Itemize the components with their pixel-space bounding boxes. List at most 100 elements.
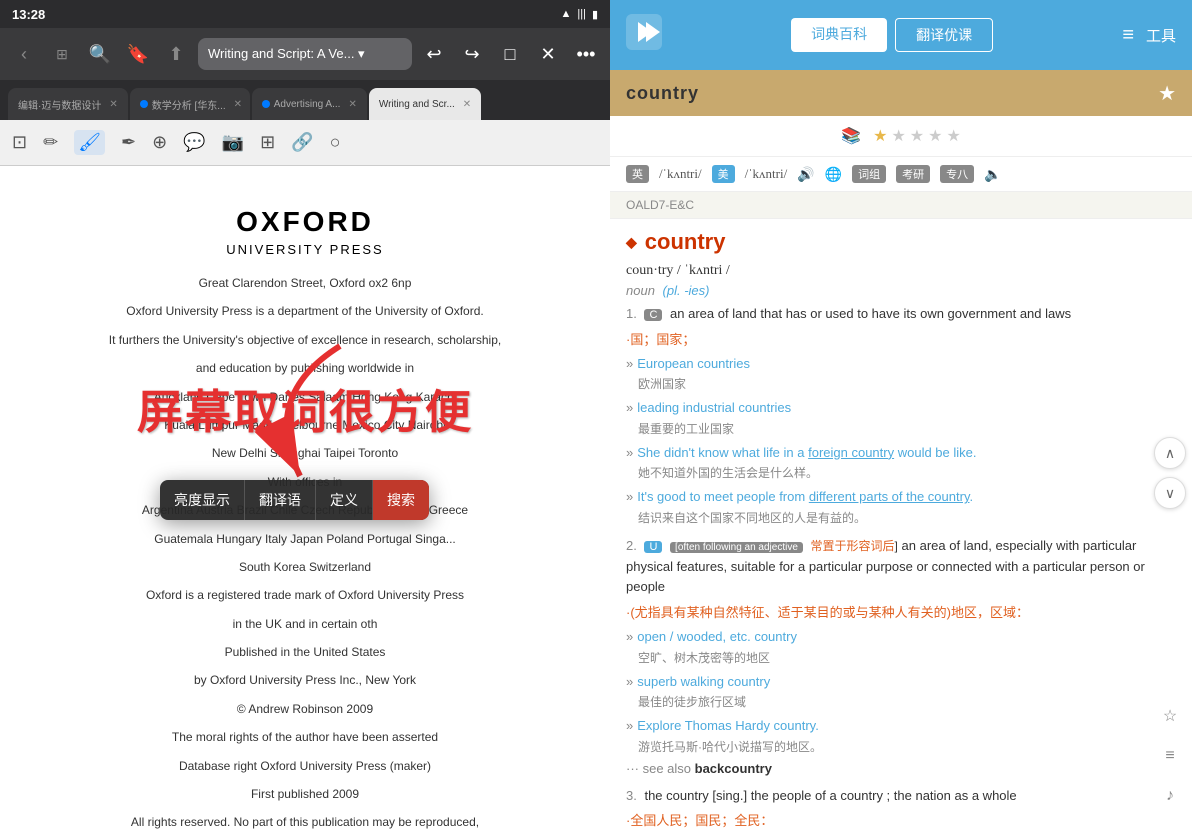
def-1-num: 1.: [626, 306, 637, 321]
speech-tool[interactable]: 💬: [183, 132, 205, 153]
pdf-title: OXFORD: [60, 206, 550, 238]
scroll-up-button[interactable]: ∧: [1154, 437, 1186, 469]
def-2-tag-adj: [often following an adjective: [670, 542, 803, 553]
history-forward-button[interactable]: ↪: [456, 38, 488, 70]
search-button[interactable]: 🔍: [84, 38, 116, 70]
pdf-line1: Great Clarendon Street, Oxford ox2 6np: [60, 273, 550, 293]
dict-body: 📚 ★ ★ ★ ★ ★ 英 /ˈkʌntri/ 美 /ˈkʌntri/ 🔊 🌐 …: [610, 116, 1192, 830]
eraser-tool[interactable]: ✒: [121, 132, 136, 153]
back-button[interactable]: ‹: [8, 38, 40, 70]
audio-icon[interactable]: ♪: [1156, 782, 1184, 810]
pdf-line8: New Delhi Shanghai Taipei Toronto: [60, 443, 550, 463]
tab-3-label: Advertising A...: [274, 99, 341, 110]
search-word-display: country: [626, 83, 699, 104]
star-5[interactable]: ★: [946, 126, 960, 146]
star-4[interactable]: ★: [928, 126, 942, 146]
pdf-line18: The moral rights of the author have been…: [60, 727, 550, 747]
example-1-1-cn: 欧洲国家: [638, 375, 1176, 392]
pdf-line3: It furthers the University's objective o…: [60, 330, 550, 350]
highlight-tool[interactable]: 🖌: [74, 130, 105, 155]
global-icon[interactable]: 🌐: [825, 166, 842, 183]
pdf-line12: South Korea Switzerland: [60, 557, 550, 577]
example-2-3: Explore Thomas Hardy country.: [626, 716, 1176, 736]
tag-american: 美: [712, 165, 735, 183]
see-also: ··· see also backcountry: [626, 761, 1176, 776]
def-3-text: 3. the country [sing.] the people of a c…: [626, 786, 1176, 807]
bookmark-button[interactable]: 🔖: [122, 38, 154, 70]
tab-2-close[interactable]: ✕: [234, 99, 242, 110]
tag-exam: 考研: [896, 165, 930, 183]
tools-label[interactable]: 工具: [1146, 25, 1176, 46]
context-menu-define[interactable]: 定义: [316, 480, 373, 520]
ipa-american: /ˈkʌntri/: [745, 166, 788, 182]
example-1-2: leading industrial countries: [626, 398, 1176, 418]
search-star[interactable]: ★: [1158, 81, 1176, 106]
status-time: 13:28: [12, 7, 45, 22]
link-tool[interactable]: 🔗: [291, 132, 313, 153]
example-1-3-cn: 她不知道外国的生活会是什么样。: [638, 464, 1176, 481]
sidebar-tool[interactable]: ⊡: [12, 132, 27, 153]
address-bar[interactable]: Writing and Script: A Ve... ▾: [198, 38, 412, 70]
pdf-line7: Kuala Lumpur Madrid Melbourne Mexico Cit…: [60, 415, 550, 435]
pdf-line11: Guatemala Hungary Italy Japan Poland Por…: [60, 529, 550, 549]
star-2[interactable]: ★: [891, 126, 905, 146]
context-menu-translate[interactable]: 翻译语: [245, 480, 316, 520]
book-icon: 📚: [841, 126, 861, 146]
star-3[interactable]: ★: [910, 126, 924, 146]
pdf-line14: in the UK and in certain oth: [60, 614, 550, 634]
headword: country: [645, 229, 726, 255]
scroll-controls: ∧ ∨: [1148, 429, 1192, 517]
status-bar: 13:28 ▲ ||| ▮: [0, 0, 610, 28]
pdf-toolbar: ⊡ ✏ 🖌 ✒ ⊕ 💬 📷 ⊞ 🔗 ○: [0, 120, 610, 166]
context-menu-bar: 亮度显示 翻译语 定义 搜索: [160, 480, 429, 520]
history-back-button[interactable]: ↩: [418, 38, 450, 70]
pdf-line6: Auckland Cape Town Dar es Salaam Hong Ko…: [60, 387, 550, 407]
tab-dictionary[interactable]: 词典百科: [791, 18, 887, 52]
more-button[interactable]: •••: [570, 38, 602, 70]
camera-tool[interactable]: 📷: [222, 132, 244, 153]
word-pos: noun (pl. -ies): [626, 283, 1176, 298]
menu-icon[interactable]: ≡: [1122, 24, 1134, 47]
bottom-icons: ☆ ≡ ♪: [1156, 702, 1184, 810]
tab-3[interactable]: Advertising A... ✕: [252, 88, 367, 120]
def-2-dictref: 常置于形容词后: [811, 539, 895, 553]
plural-label: (pl. -ies): [663, 283, 710, 298]
favorite-icon[interactable]: ☆: [1156, 702, 1184, 730]
share-button[interactable]: ⬆: [160, 38, 192, 70]
save-page-button[interactable]: □: [494, 38, 526, 70]
list-icon[interactable]: ≡: [1156, 742, 1184, 770]
def-2-text: 2. U [often following an adjective 常置于形容…: [626, 536, 1176, 598]
star-1[interactable]: ★: [873, 126, 887, 146]
pdf-subtitle: UNIVERSITY PRESS: [60, 242, 550, 257]
tab-2-label: 数学分析 [华东...: [152, 97, 226, 112]
tab-2[interactable]: 数学分析 [华东... ✕: [130, 88, 250, 120]
context-menu-search[interactable]: 搜索: [373, 480, 429, 520]
context-menu-highlight[interactable]: 亮度显示: [160, 480, 245, 520]
pen-tool[interactable]: ✏: [43, 132, 58, 153]
pdf-reader-panel: 13:28 ▲ ||| ▮ ‹ ⊞ 🔍 🔖 ⬆ Writing and Scri…: [0, 0, 610, 830]
shapes-tool[interactable]: ⊕: [152, 132, 167, 153]
tab-1[interactable]: 编辑·迈与数据设计 ✕: [8, 88, 128, 120]
pdf-line13: Oxford is a registered trade mark of Oxf…: [60, 585, 550, 605]
tab-translation[interactable]: 翻译优课: [895, 18, 993, 52]
tag-british: 英: [626, 165, 649, 183]
pdf-line15: Published in the United States: [60, 642, 550, 662]
listen-icon[interactable]: 🔊: [797, 166, 814, 183]
grid-tool[interactable]: ⊞: [260, 132, 275, 153]
tab-4-close[interactable]: ✕: [463, 99, 471, 110]
pos-label: noun: [626, 283, 655, 298]
alt-pronounce-icon[interactable]: 🔈: [984, 166, 1001, 183]
tab-1-close[interactable]: ✕: [109, 99, 117, 110]
signal-icon: |||: [577, 8, 586, 20]
circle-tool[interactable]: ○: [330, 132, 341, 153]
pdf-body: Great Clarendon Street, Oxford ox2 6np O…: [60, 273, 550, 830]
address-text: Writing and Script: A Ve... ▾: [208, 46, 365, 62]
pdf-line2: Oxford University Press is a department …: [60, 301, 550, 321]
grid-view-button[interactable]: ⊞: [46, 38, 78, 70]
scroll-down-button[interactable]: ∨: [1154, 477, 1186, 509]
phonetics-row: 英 /ˈkʌntri/ 美 /ˈkʌntri/ 🔊 🌐 词组 考研 专八 🔈: [610, 157, 1192, 192]
tab-1-label: 编辑·迈与数据设计: [18, 97, 101, 112]
tab-4-active[interactable]: Writing and Scr... ✕: [369, 88, 481, 120]
close-tab-button[interactable]: ✕: [532, 38, 564, 70]
tab-3-close[interactable]: ✕: [348, 99, 356, 110]
